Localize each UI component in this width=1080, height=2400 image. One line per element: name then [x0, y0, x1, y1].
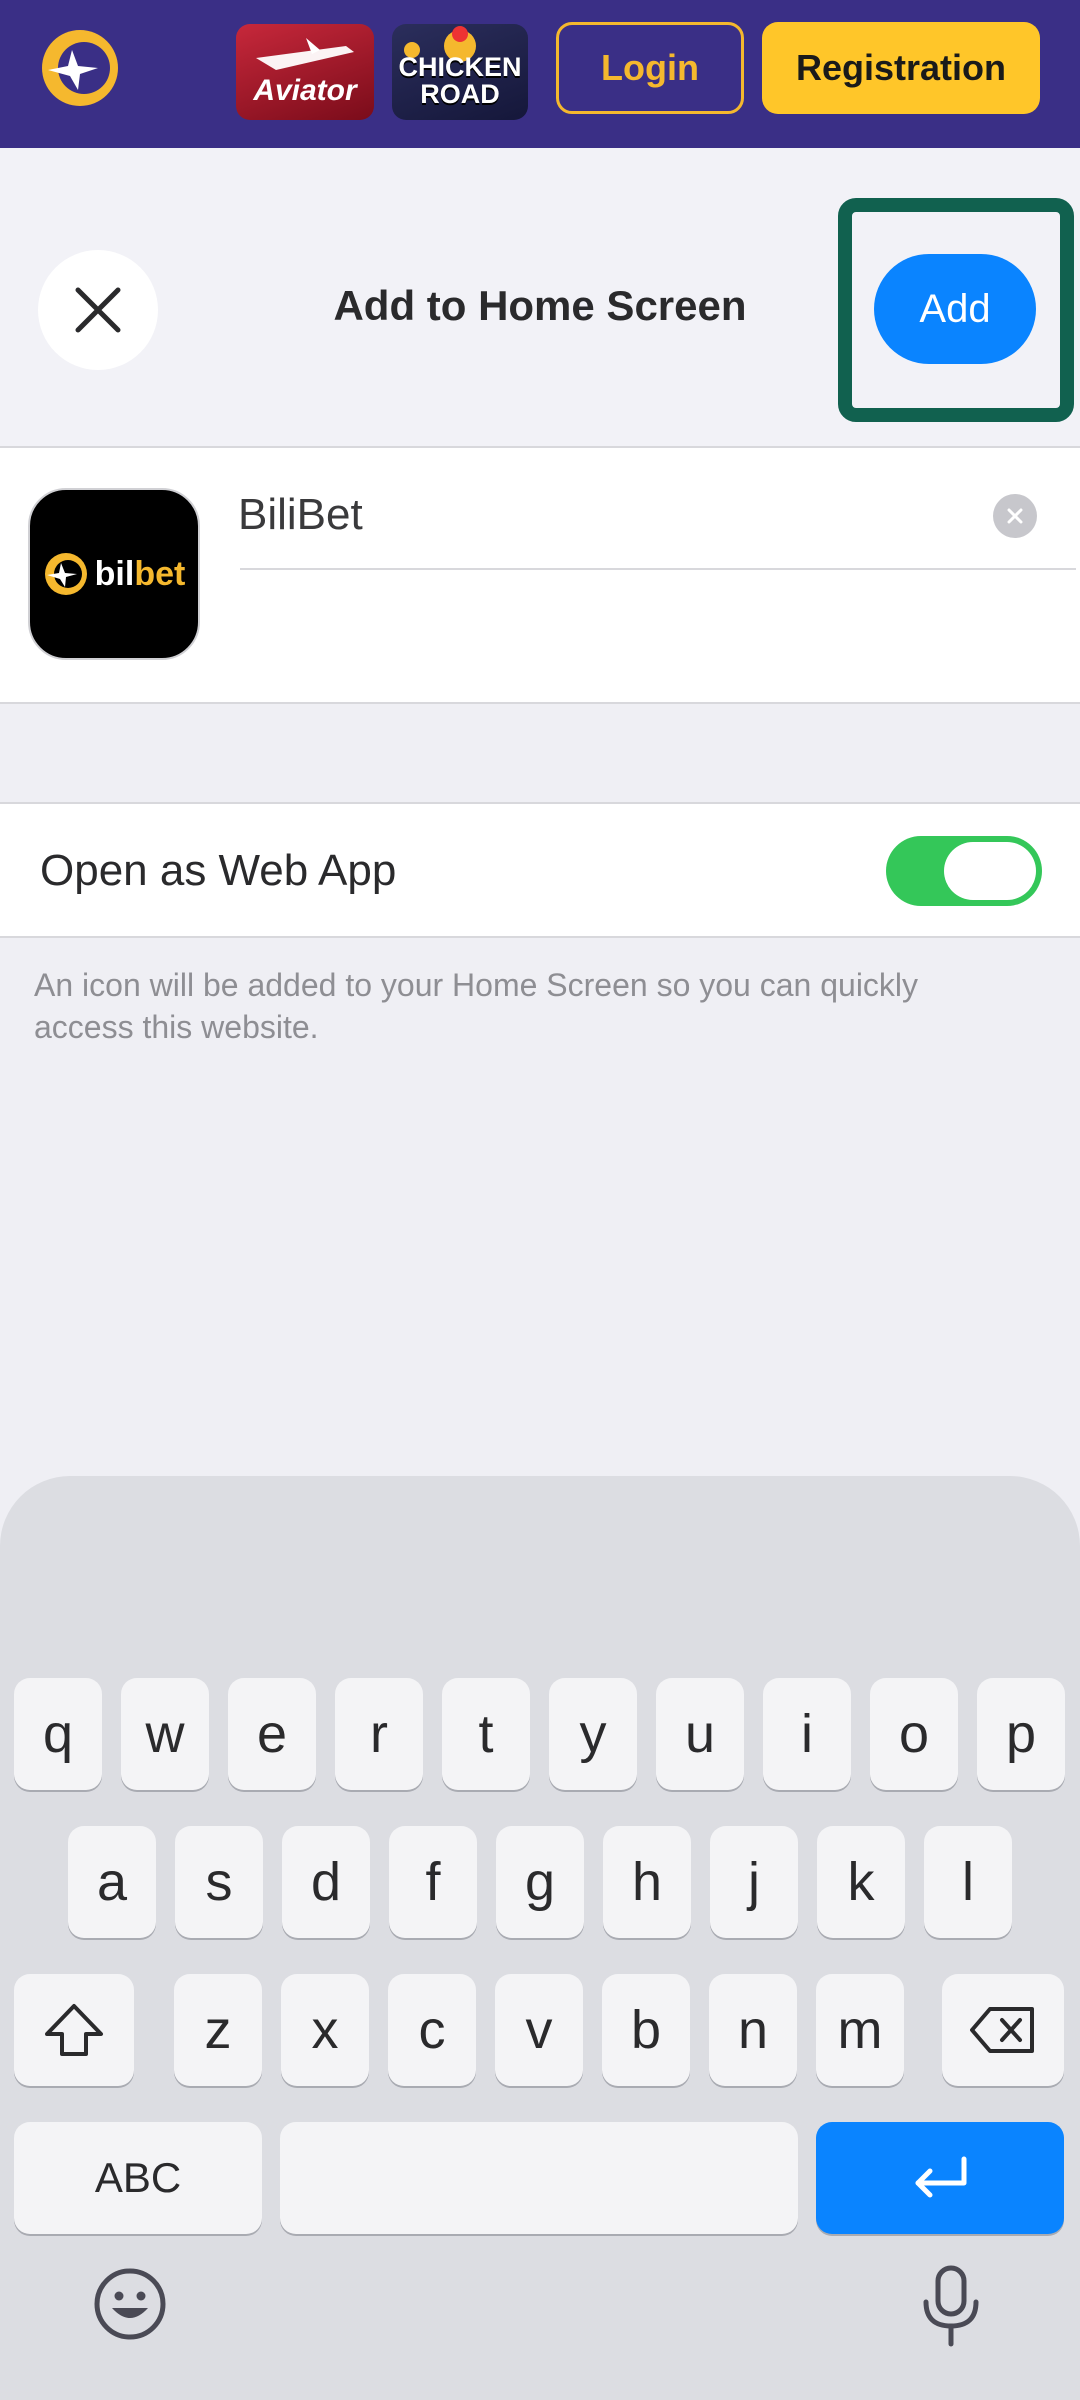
key-g[interactable]: g — [496, 1826, 584, 1938]
key-n[interactable]: n — [709, 1974, 797, 2086]
app-icon: bilbet — [28, 488, 200, 660]
chicken-road-game-thumb[interactable]: CHICKEN ROAD — [392, 24, 528, 120]
helper-text: An icon will be added to your Home Scree… — [34, 967, 919, 1045]
icon-text-bil: bil — [94, 554, 135, 593]
login-button[interactable]: Login — [556, 22, 744, 114]
icon-text-bet: bet — [134, 554, 186, 593]
emoji-icon — [94, 2268, 166, 2340]
key-a[interactable]: a — [68, 1826, 156, 1938]
site-header: Aviator CHICKEN ROAD Login Registration — [0, 0, 1080, 148]
key-x[interactable]: x — [281, 1974, 369, 2086]
shift-key[interactable] — [14, 1974, 134, 2086]
chicken-label: CHICKEN — [398, 52, 522, 82]
key-v[interactable]: v — [495, 1974, 583, 2086]
key-b[interactable]: b — [602, 1974, 690, 2086]
backspace-icon — [970, 2007, 1034, 2053]
emoji-button[interactable] — [92, 2266, 168, 2347]
input-underline — [240, 568, 1076, 570]
key-p[interactable]: p — [977, 1678, 1065, 1790]
app-name-input[interactable]: BiliBet — [238, 490, 978, 554]
keyboard — [0, 1476, 1080, 2400]
shift-icon — [45, 2004, 103, 2056]
key-w[interactable]: w — [121, 1678, 209, 1790]
key-o[interactable]: o — [870, 1678, 958, 1790]
web-app-label: Open as Web App — [40, 846, 397, 895]
key-i[interactable]: i — [763, 1678, 851, 1790]
key-f[interactable]: f — [389, 1826, 477, 1938]
key-z[interactable]: z — [174, 1974, 262, 2086]
key-d[interactable]: d — [282, 1826, 370, 1938]
key-k[interactable]: k — [817, 1826, 905, 1938]
key-q[interactable]: q — [14, 1678, 102, 1790]
key-h[interactable]: h — [603, 1826, 691, 1938]
aviator-game-thumb[interactable]: Aviator — [236, 24, 374, 120]
aviator-label: Aviator — [253, 74, 357, 107]
key-e[interactable]: e — [228, 1678, 316, 1790]
key-l[interactable]: l — [924, 1826, 1012, 1938]
key-u[interactable]: u — [656, 1678, 744, 1790]
key-y[interactable]: y — [549, 1678, 637, 1790]
key-c[interactable]: c — [388, 1974, 476, 2086]
abc-key[interactable]: ABC — [14, 2122, 262, 2234]
key-j[interactable]: j — [710, 1826, 798, 1938]
clear-icon — [1007, 508, 1023, 524]
space-key[interactable] — [280, 2122, 798, 2234]
toggle-knob — [944, 842, 1036, 900]
road-label: ROAD — [420, 79, 500, 109]
microphone-button[interactable] — [920, 2264, 982, 2353]
return-key[interactable] — [816, 2122, 1064, 2234]
add-button[interactable]: Add — [874, 254, 1036, 364]
key-s[interactable]: s — [175, 1826, 263, 1938]
bilibet-logo-icon[interactable] — [38, 26, 122, 110]
registration-button[interactable]: Registration — [762, 22, 1040, 114]
key-m[interactable]: m — [816, 1974, 904, 2086]
key-t[interactable]: t — [442, 1678, 530, 1790]
clear-text-button[interactable] — [993, 494, 1037, 538]
bilibet-star-icon — [44, 553, 87, 595]
backspace-key[interactable] — [942, 1974, 1064, 2086]
return-icon — [915, 2156, 967, 2198]
microphone-icon — [923, 2265, 979, 2347]
key-r[interactable]: r — [335, 1678, 423, 1790]
